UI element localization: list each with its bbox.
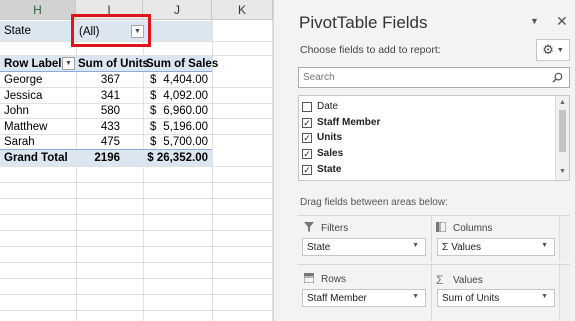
- filter-field-label[interactable]: State: [4, 22, 31, 40]
- values-area-label: Σ Values: [436, 273, 483, 287]
- divider: [431, 216, 432, 262]
- highlight-box: [71, 14, 151, 47]
- sales-value: 4,092.00: [163, 89, 208, 102]
- field-item-units[interactable]: ✓ Units: [302, 130, 342, 145]
- row-label: Sarah: [4, 135, 35, 148]
- gridline: [0, 134, 273, 135]
- gridline: [0, 103, 273, 104]
- chevron-up-icon[interactable]: ▲: [559, 99, 566, 106]
- field-label: Units: [317, 132, 342, 143]
- search-placeholder: Search: [303, 72, 335, 83]
- checkbox-checked[interactable]: ✓: [302, 117, 312, 128]
- row-label: Jessica: [4, 89, 43, 102]
- close-icon[interactable]: ✕: [556, 13, 568, 30]
- row-labels-header[interactable]: Row Labels: [4, 56, 68, 72]
- gridline: [0, 230, 273, 231]
- checkbox-checked[interactable]: ✓: [302, 164, 312, 175]
- chevron-down-icon: ▼: [65, 60, 72, 67]
- chevron-down-icon[interactable]: ▼: [559, 168, 566, 175]
- sigma-icon: Σ: [442, 241, 449, 253]
- filters-area-item[interactable]: State ▼: [302, 238, 426, 256]
- column-header-j[interactable]: J: [143, 0, 212, 20]
- pane-title: PivotTable Fields: [299, 13, 428, 32]
- units-value: 433: [100, 120, 120, 133]
- checkbox-checked[interactable]: ✓: [302, 132, 312, 143]
- sales-value: 5,196.00: [163, 120, 208, 133]
- gear-icon: ⚙: [542, 42, 554, 57]
- grand-total-units[interactable]: 2196: [76, 150, 120, 166]
- sales-value: 5,700.00: [163, 135, 208, 148]
- grand-total-label[interactable]: Grand Total: [4, 150, 68, 166]
- divider: [298, 264, 570, 265]
- chevron-down-icon[interactable]: ▼: [412, 242, 419, 249]
- field-label: Staff Member: [317, 117, 381, 128]
- gridline: [0, 246, 273, 247]
- values-area-item[interactable]: Sum of Units ▼: [437, 289, 555, 307]
- columns-area-scrollbar[interactable]: [559, 216, 570, 262]
- drag-fields-label: Drag fields between areas below:: [300, 197, 448, 208]
- sales-value: 6,960.00: [163, 104, 208, 117]
- columns-icon: [436, 221, 448, 235]
- rows-area-label: Rows: [303, 273, 346, 286]
- field-item-staff-member[interactable]: ✓ Staff Member: [302, 115, 380, 130]
- column-header-k[interactable]: K: [212, 0, 273, 20]
- gridline: [0, 294, 273, 295]
- units-value: 580: [100, 104, 120, 117]
- filters-area-label: Filters: [304, 222, 348, 235]
- field-item-state[interactable]: ✓ State: [302, 162, 341, 177]
- divider: [298, 215, 570, 216]
- search-icon: [552, 72, 563, 83]
- gridline: [0, 278, 273, 279]
- grand-total-sales[interactable]: $ 26,352.00: [146, 150, 208, 166]
- field-item-date[interactable]: Date: [302, 99, 338, 114]
- pivottable-fields-pane: PivotTable Fields ▼ ✕ Choose fields to a…: [273, 0, 575, 321]
- units-value: 475: [100, 135, 120, 148]
- field-list[interactable]: Date ✓ Staff Member ✓ Units ✓ Sales ✓ St…: [298, 95, 570, 181]
- columns-area-label: Columns: [436, 221, 492, 235]
- search-input[interactable]: Search: [298, 67, 570, 88]
- choose-fields-label: Choose fields to add to report:: [300, 44, 441, 56]
- row-label: John: [4, 104, 29, 117]
- gridline: [0, 166, 273, 167]
- gridline: [0, 310, 273, 311]
- tools-button[interactable]: ⚙ ▼: [536, 39, 570, 61]
- filter-icon: [304, 222, 316, 235]
- chevron-down-icon: ▼: [556, 46, 564, 54]
- row-labels-filter-button[interactable]: ▼: [62, 57, 75, 70]
- checkbox-unchecked[interactable]: [302, 101, 312, 112]
- gridline: [0, 214, 273, 215]
- scrollbar-thumb[interactable]: [559, 110, 566, 152]
- chevron-down-icon[interactable]: ▼: [541, 242, 548, 249]
- sales-value: 4,404.00: [163, 73, 208, 86]
- rows-icon: [303, 273, 316, 286]
- values-area-scrollbar[interactable]: [559, 265, 570, 321]
- chevron-down-icon[interactable]: ▼: [530, 16, 539, 26]
- chevron-down-icon[interactable]: ▼: [412, 293, 419, 300]
- sigma-icon: Σ: [436, 273, 444, 287]
- units-value: 367: [100, 73, 120, 86]
- field-label: Sales: [317, 148, 344, 159]
- rows-area-item[interactable]: Staff Member ▼: [302, 289, 426, 307]
- columns-area-item[interactable]: Σ Values ▼: [437, 238, 555, 256]
- field-label: State: [317, 164, 342, 175]
- field-list-scrollbar[interactable]: ▲ ▼: [555, 96, 569, 180]
- gridline: [0, 198, 273, 199]
- worksheet[interactable]: H I J K State (All) ▼ Row Labels ▼ Sum o…: [0, 0, 273, 321]
- row-label: Matthew: [4, 120, 48, 133]
- field-label: Date: [317, 101, 339, 112]
- units-value: 341: [100, 89, 120, 102]
- checkbox-checked[interactable]: ✓: [302, 148, 312, 159]
- divider: [431, 265, 432, 321]
- row-label: George: [4, 73, 43, 86]
- column-header-h[interactable]: H: [0, 0, 76, 20]
- field-item-sales[interactable]: ✓ Sales: [302, 146, 343, 161]
- gridline: [0, 262, 273, 263]
- sales-header[interactable]: Sum of Sales: [146, 56, 218, 72]
- gridline: [0, 182, 273, 183]
- chevron-down-icon[interactable]: ▼: [541, 293, 548, 300]
- units-header[interactable]: Sum of Units: [78, 56, 149, 72]
